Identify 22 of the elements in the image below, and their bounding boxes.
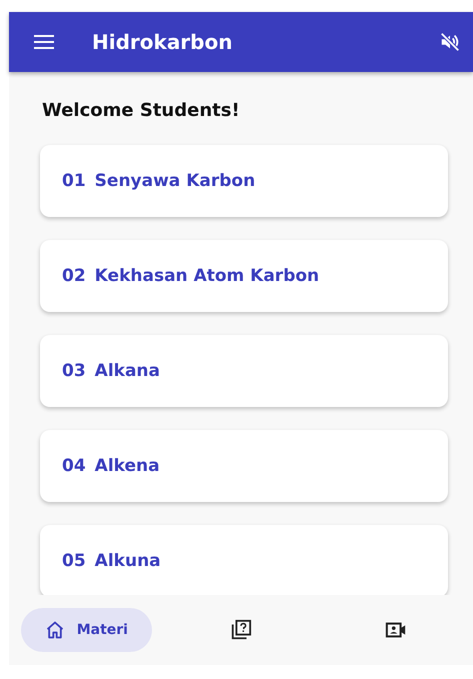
menu-icon[interactable] [34, 35, 54, 49]
topic-number: 03 [62, 361, 86, 381]
quiz-cards-icon [230, 619, 252, 641]
greeting-heading: Welcome Students! [42, 100, 241, 121]
topic-number: 04 [62, 456, 86, 476]
topic-card[interactable]: 03 Alkana [40, 335, 448, 407]
topic-title: Alkena [94, 456, 160, 476]
topic-title: Alkuna [94, 551, 161, 571]
app-title: Hidrokarbon [92, 30, 234, 54]
nav-tab[interactable]: Materi [20, 608, 152, 652]
topic-card[interactable]: 05 Alkuna [40, 525, 448, 595]
topic-number: 05 [62, 551, 86, 571]
topic-number: 02 [62, 266, 86, 286]
home-icon [44, 620, 65, 640]
topic-title: Senyawa Karbon [94, 171, 256, 191]
topic-card[interactable]: 02 Kekhasan Atom Karbon [40, 240, 448, 312]
topic-card[interactable]: 04 Alkena [40, 430, 448, 502]
topic-card[interactable]: 01 Senyawa Karbon [40, 145, 448, 217]
topic-title: Alkana [94, 361, 160, 381]
topic-title: Kekhasan Atom Karbon [94, 266, 320, 286]
mute-icon[interactable] [439, 31, 461, 53]
topic-number: 01 [62, 171, 86, 191]
